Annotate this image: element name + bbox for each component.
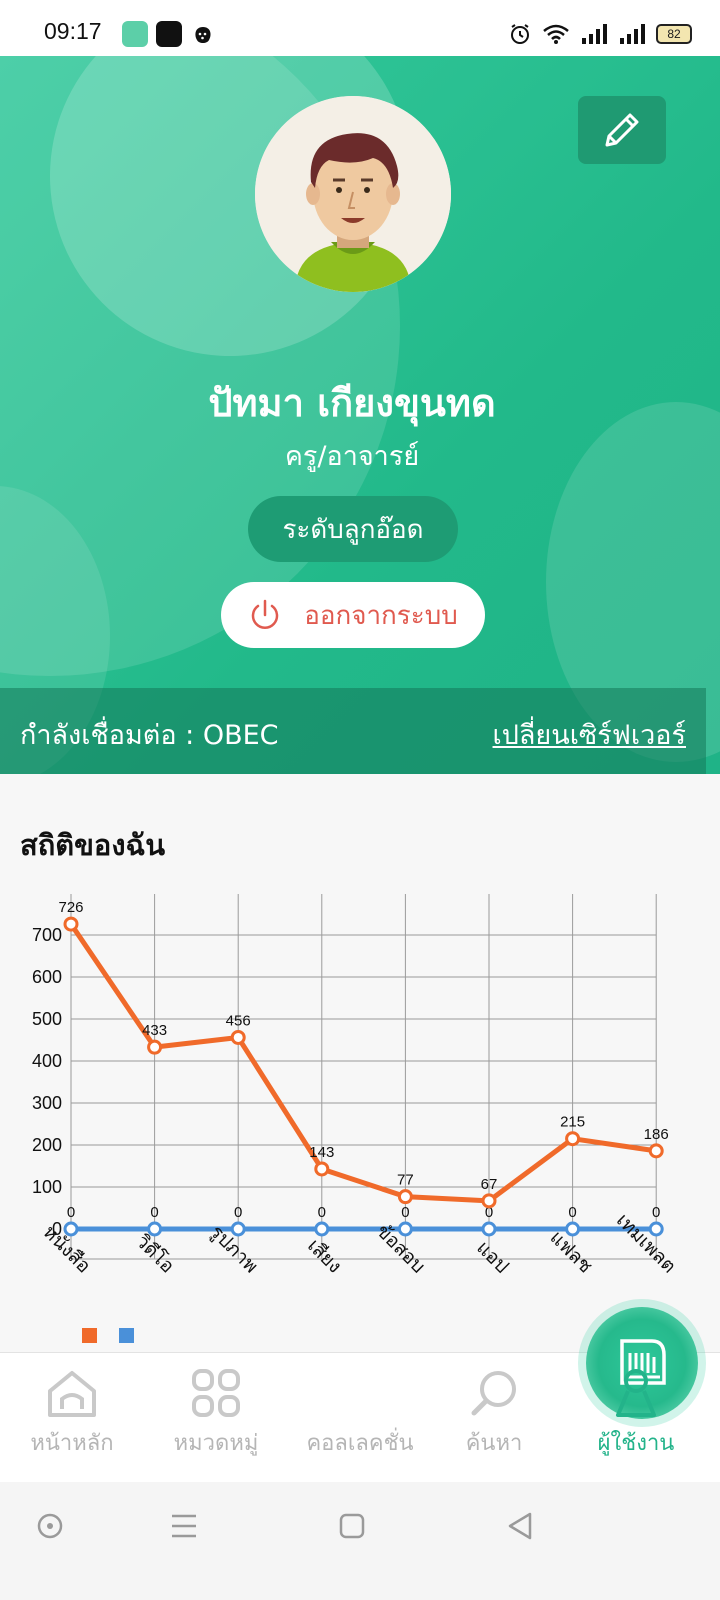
logout-button[interactable]: ออกจากระบบ xyxy=(221,582,485,648)
nav-user[interactable]: ผู้ใช้งาน xyxy=(564,1353,708,1483)
server-connection-label: กำลังเชื่อมต่อ : OBEC xyxy=(20,720,279,751)
data-label: 726 xyxy=(58,899,83,916)
status-right: 82 xyxy=(508,20,692,48)
data-point[interactable] xyxy=(230,1029,246,1045)
legend-swatch xyxy=(82,1328,97,1343)
data-point[interactable] xyxy=(565,1131,581,1147)
y-tick-label: 700 xyxy=(32,925,62,945)
nav-collection[interactable]: คอลเลคชั่น xyxy=(288,1307,698,1483)
data-point[interactable] xyxy=(147,1039,163,1055)
system-nav-bar xyxy=(0,1482,720,1600)
y-tick-label: 500 xyxy=(32,1009,62,1029)
y-tick-label: 400 xyxy=(32,1051,62,1071)
legend-swatch xyxy=(119,1328,134,1343)
nav-search[interactable]: ค้นหา xyxy=(422,1353,566,1483)
logout-label: ออกจากระบบ xyxy=(304,600,458,631)
data-point[interactable] xyxy=(397,1189,413,1205)
data-label: 0 xyxy=(318,1204,326,1221)
status-bar: 09:17 82 xyxy=(0,0,720,56)
user-icon xyxy=(616,1369,656,1417)
stats-chart: 01002003004005006007000 0 0 0 0 0 0 07264334561… xyxy=(32,894,680,1343)
battery-indicator: 82 xyxy=(656,24,692,44)
data-point[interactable] xyxy=(314,1161,330,1177)
strawberry-notification-icon xyxy=(190,21,216,47)
data-label: 0 xyxy=(401,1204,409,1221)
wifi-icon xyxy=(543,24,569,44)
data-point[interactable] xyxy=(481,1221,497,1237)
y-tick-label: 100 xyxy=(32,1177,62,1197)
data-label: 0 xyxy=(150,1204,158,1221)
avatar-illustration xyxy=(255,96,451,292)
level-badge[interactable]: ระดับลูกอ๊อด xyxy=(248,496,458,562)
user-role: ครู/อาจารย์ xyxy=(284,441,420,472)
app-notification-icon xyxy=(122,21,148,47)
avatar[interactable] xyxy=(255,96,451,292)
stats-section: สถิติของฉัน 0 100 200 300 400 500 600 700 0 0 0 0 0 0… xyxy=(0,774,720,1352)
data-label: 143 xyxy=(309,1144,334,1161)
x-tick-label: แอป xyxy=(472,1237,513,1278)
data-point[interactable] xyxy=(63,916,79,932)
assistant-button-icon[interactable] xyxy=(30,1506,70,1546)
data-point[interactable] xyxy=(314,1221,330,1237)
data-label: 67 xyxy=(481,1176,498,1193)
capcut-notification-icon xyxy=(156,21,182,47)
series-line xyxy=(68,922,657,1204)
bottom-nav: หน้าหลัก หมวดหมู่ คอลเลคชั่น ค้นหา ผู้ใช… xyxy=(0,1307,720,1483)
data-label: 186 xyxy=(644,1126,669,1143)
data-label: 433 xyxy=(142,1022,167,1039)
profile-header: ปัทมา เกียงขุนทด ครู/อาจารย์ ระดับลูกอ๊อ… xyxy=(0,56,720,774)
nav-home-label: หน้าหลัก xyxy=(30,1431,114,1456)
server-bar: กำลังเชื่อมต่อ : OBEC เปลี่ยนเซิร์ฟเวอร์ xyxy=(0,688,706,774)
data-point[interactable] xyxy=(481,1193,497,1209)
data-label: 0 xyxy=(652,1204,660,1221)
nav-home[interactable]: หน้าหลัก xyxy=(0,1353,144,1483)
home-icon xyxy=(48,1371,96,1417)
status-time: 09:17 xyxy=(44,18,102,44)
nav-categories-label: หมวดหมู่ xyxy=(173,1431,259,1456)
menu-button-icon[interactable] xyxy=(164,1506,204,1546)
x-tick-label: วิดีโอ xyxy=(131,1229,179,1277)
data-label: 77 xyxy=(397,1172,414,1189)
alarm-icon xyxy=(511,24,529,44)
user-name: ปัทมา เกียงขุนทด xyxy=(208,381,496,425)
change-server-link[interactable]: เปลี่ยนเซิร์ฟเวอร์ xyxy=(493,713,686,756)
data-label: 0 xyxy=(234,1204,242,1221)
search-icon xyxy=(471,1371,516,1416)
signal-icon-2 xyxy=(620,24,645,44)
data-label: 456 xyxy=(226,1012,251,1029)
nav-user-label: ผู้ใช้งาน xyxy=(597,1431,675,1456)
data-label: 0 xyxy=(568,1204,576,1221)
y-tick-label: 200 xyxy=(32,1135,62,1155)
x-tick-label: เทมเพลต xyxy=(612,1209,680,1277)
x-tick-label: เสียง xyxy=(303,1235,346,1278)
nav-collection-label: คอลเลคชั่น xyxy=(306,1431,414,1456)
y-tick-label: 300 xyxy=(32,1093,62,1113)
data-point[interactable] xyxy=(648,1143,664,1159)
pencil-icon xyxy=(605,113,639,147)
nav-search-label: ค้นหา xyxy=(465,1431,523,1456)
back-button-icon[interactable] xyxy=(500,1506,540,1546)
y-tick-label: 600 xyxy=(32,967,62,987)
data-label: 0 xyxy=(67,1204,75,1221)
signal-icon xyxy=(582,24,607,44)
power-icon xyxy=(252,599,279,629)
grid-icon xyxy=(192,1369,240,1417)
nav-categories[interactable]: หมวดหมู่ xyxy=(144,1353,288,1483)
data-label: 215 xyxy=(560,1114,585,1131)
edit-profile-button[interactable] xyxy=(578,96,666,164)
home-button-icon[interactable] xyxy=(332,1506,372,1546)
